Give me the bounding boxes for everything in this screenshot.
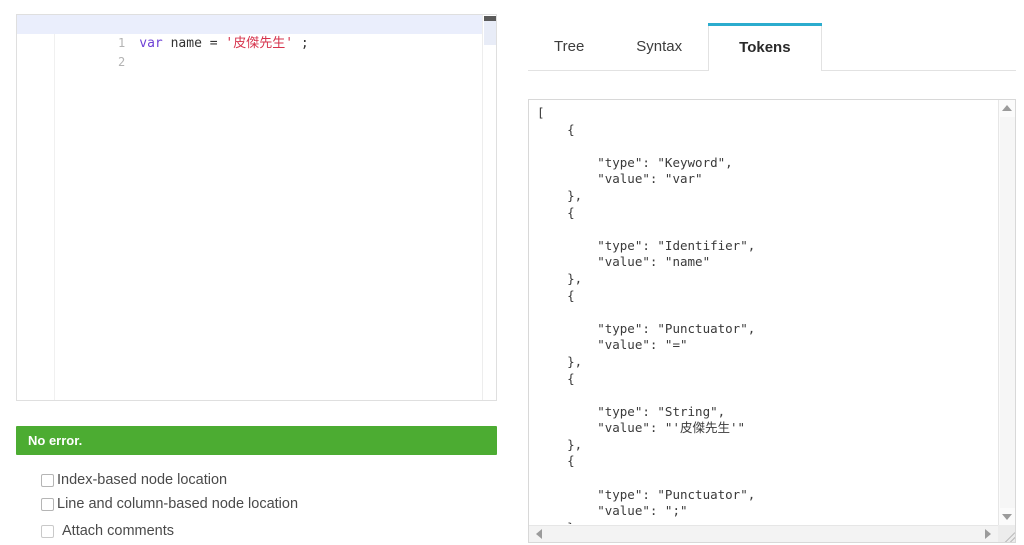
scroll-down-arrow-icon[interactable]	[1002, 514, 1012, 520]
tokens-output-panel[interactable]: [ { "type": "Keyword", "value": "var" },…	[528, 99, 1016, 543]
option-label-index-based: Index-based node location	[57, 472, 228, 488]
scroll-left-arrow-icon[interactable]	[536, 529, 542, 539]
option-label-attach-comments: Attach comments	[62, 523, 175, 539]
status-message: No error.	[28, 433, 83, 448]
editor-code-area[interactable]: 1 var name = '皮傑先生' ; 2	[17, 15, 496, 400]
option-label-line-column-based: Line and column-based node location	[57, 496, 299, 512]
checkbox-line-column-based-node-location[interactable]	[41, 497, 54, 511]
code-editor[interactable]: 1 var name = '皮傑先生' ; 2	[16, 14, 497, 401]
resize-grip-icon[interactable]	[998, 525, 1015, 542]
output-horizontal-scrollbar[interactable]	[529, 525, 998, 542]
tab-bar: Tree Syntax Tokens	[528, 12, 1016, 71]
checkbox-attach-comments[interactable]	[41, 524, 54, 538]
left-pane: 1 var name = '皮傑先生' ; 2 No error. Index-b…	[16, 14, 497, 544]
tab-tree[interactable]: Tree	[528, 23, 610, 70]
line-number-2: 2	[118, 55, 126, 69]
option-index-based-node-location[interactable]: Index-based node location	[16, 469, 497, 491]
scroll-right-arrow-icon[interactable]	[985, 529, 991, 539]
options-list: Index-based node location Line and colum…	[16, 469, 497, 542]
option-line-column-based-node-location[interactable]: Line and column-based node location	[16, 493, 497, 515]
tab-syntax-label: Syntax	[636, 38, 683, 55]
parser-demo-page: 1 var name = '皮傑先生' ; 2 No error. Index-b…	[0, 0, 1024, 545]
tab-syntax[interactable]: Syntax	[610, 23, 708, 70]
output-vertical-scrollbar[interactable]	[998, 100, 1015, 525]
checkbox-index-based-node-location[interactable]	[41, 473, 54, 487]
editor-scrollbar-track[interactable]	[484, 21, 496, 45]
option-attach-comments[interactable]: Attach comments	[16, 520, 497, 542]
tab-tokens-label: Tokens	[739, 38, 791, 56]
right-pane: Tree Syntax Tokens [ { "type": "Keyword"…	[528, 12, 1016, 543]
editor-line-2[interactable]: 2	[17, 34, 496, 69]
output-vertical-scrollbar-track[interactable]	[1000, 117, 1015, 508]
tab-active-accent-bar	[708, 23, 822, 26]
tokens-json-output: [ { "type": "Keyword", "value": "var" },…	[537, 105, 756, 524]
tab-tree-label: Tree	[554, 38, 585, 55]
scroll-up-arrow-icon[interactable]	[1002, 105, 1012, 111]
status-banner: No error.	[16, 426, 497, 455]
editor-line-1[interactable]: 1 var name = '皮傑先生' ;	[17, 15, 496, 51]
tab-tokens[interactable]: Tokens	[708, 23, 822, 71]
editor-vertical-scrollbar[interactable]	[482, 15, 496, 400]
